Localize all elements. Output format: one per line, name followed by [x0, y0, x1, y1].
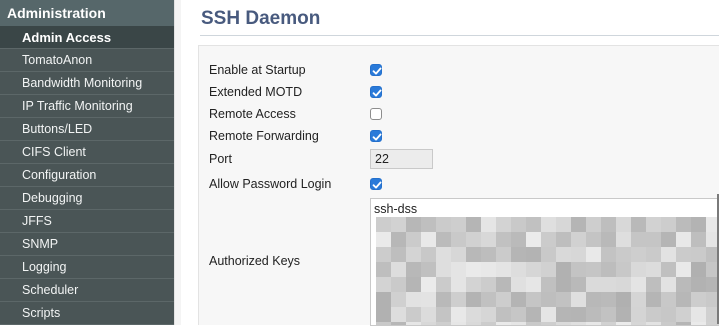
sidebar-item-debugging[interactable]: Debugging	[0, 187, 174, 210]
sidebar-item-scripts[interactable]: Scripts	[0, 302, 174, 325]
redacted-key-pixelation	[376, 217, 719, 325]
enable-startup-label: Enable at Startup	[209, 63, 306, 77]
sidebar-item-snmp[interactable]: SNMP	[0, 233, 174, 256]
sidebar-item-scheduler[interactable]: Scheduler	[0, 279, 174, 302]
sidebar-item-admin-access[interactable]: Admin Access	[0, 26, 174, 49]
checkmark-icon	[372, 133, 382, 141]
title-divider	[200, 35, 719, 36]
sidebar-item-logging[interactable]: Logging	[0, 256, 174, 279]
port-label: Port	[209, 152, 232, 166]
allow-password-login-checkbox[interactable]	[370, 178, 382, 190]
settings-panel: Enable at Startup Extended MOTD Remote A…	[198, 45, 719, 326]
sidebar-item-buttons-led[interactable]: Buttons/LED	[0, 118, 174, 141]
extended-motd-label: Extended MOTD	[209, 85, 303, 99]
sidebar-item-jffs[interactable]: JFFS	[0, 210, 174, 233]
checkmark-icon	[372, 67, 382, 75]
sidebar-item-cifs-client[interactable]: CIFS Client	[0, 141, 174, 164]
sidebar-nav: Administration Admin Access TomatoAnon B…	[0, 0, 174, 325]
sidebar-item-configuration[interactable]: Configuration	[0, 164, 174, 187]
main-content: SSH Daemon Enable at Startup Extended MO…	[181, 0, 719, 326]
extended-motd-checkbox[interactable]	[370, 86, 382, 98]
sidebar-item-bandwidth-monitoring[interactable]: Bandwidth Monitoring	[0, 72, 174, 95]
remote-access-checkbox[interactable]	[370, 108, 382, 120]
checkmark-icon	[372, 89, 382, 97]
section-title: SSH Daemon	[201, 8, 321, 29]
port-input[interactable]	[370, 149, 433, 169]
remote-forwarding-label: Remote Forwarding	[209, 129, 319, 143]
sidebar-item-tomatoanon[interactable]: TomatoAnon	[0, 49, 174, 72]
authorized-keys-textarea[interactable]: ssh-dss	[370, 198, 719, 326]
checkmark-icon	[372, 181, 382, 189]
allow-password-login-label: Allow Password Login	[209, 177, 332, 191]
sidebar-divider	[174, 0, 181, 325]
sidebar-header-administration[interactable]: Administration	[0, 0, 174, 26]
remote-forwarding-checkbox[interactable]	[370, 130, 382, 142]
enable-startup-checkbox[interactable]	[370, 64, 382, 76]
authorized-keys-label: Authorized Keys	[209, 254, 301, 268]
sidebar-item-ip-traffic-monitoring[interactable]: IP Traffic Monitoring	[0, 95, 174, 118]
authorized-keys-visible-text: ssh-dss	[374, 202, 418, 216]
remote-access-label: Remote Access	[209, 107, 296, 121]
